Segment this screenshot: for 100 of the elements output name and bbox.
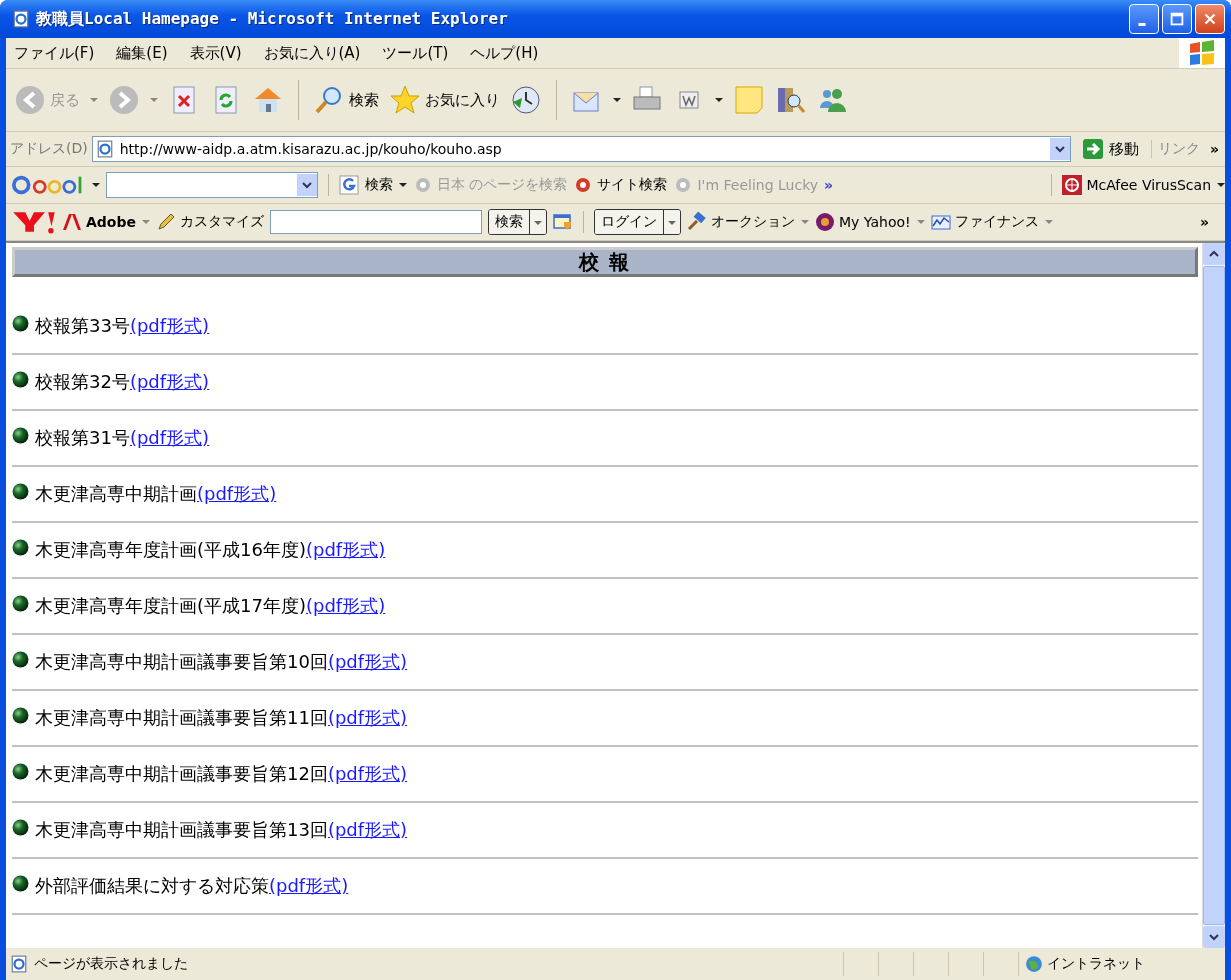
address-label: アドレス(D) [10, 140, 88, 158]
ring-icon [413, 175, 433, 195]
bullet-icon [12, 595, 29, 612]
menu-item[interactable]: 編集(E) [116, 43, 168, 63]
badge-icon [815, 212, 835, 232]
arrow-icon [1082, 139, 1103, 159]
status-message: ページが表示されました [34, 955, 189, 973]
bullet-icon [12, 427, 29, 444]
caret-icon[interactable] [399, 181, 407, 189]
favorites-button[interactable]: お気に入り [425, 90, 500, 110]
page-icon [10, 955, 28, 973]
yahoo-search-field[interactable] [270, 210, 482, 234]
address-field[interactable]: http://www-aidp.a.atm.kisarazu.ac.jp/kouho/kouho.asp [91, 136, 1071, 162]
window-title: 教職員Local Hamepage - Microsoft Internet Explorer [36, 8, 508, 30]
caret-icon[interactable] [613, 96, 621, 104]
maximize-button[interactable] [1162, 4, 1192, 34]
security-zone: イントラネット [1047, 955, 1145, 973]
caret-icon[interactable] [715, 96, 723, 104]
bullet-icon [12, 763, 29, 780]
pdf-link[interactable]: (pdf形式) [327, 706, 408, 730]
globe-icon [1025, 955, 1043, 973]
my-yahoo-button[interactable]: My Yahoo! [815, 212, 911, 232]
bullet-icon [12, 315, 29, 332]
page-icon [95, 140, 114, 158]
gavel-icon [687, 212, 707, 232]
bullet-icon [12, 539, 29, 556]
caret-icon[interactable] [92, 181, 100, 189]
more-button[interactable]: » [824, 177, 834, 193]
close-button[interactable] [1195, 4, 1225, 34]
pdf-link[interactable]: (pdf形式) [327, 650, 408, 674]
minimize-icon [1138, 22, 1146, 26]
caret-icon[interactable] [1217, 181, 1225, 189]
dropdown-button[interactable] [297, 174, 317, 196]
item-title: 木更津高専中期計画議事要旨第12回 [35, 762, 328, 786]
login-dropdown-button[interactable] [664, 210, 680, 234]
page-heading: 校 報 [12, 247, 1198, 277]
search-button[interactable]: 検索 [349, 90, 379, 110]
menu-item[interactable]: ツール(T) [382, 43, 449, 63]
item-title: 校報第33号 [35, 314, 130, 338]
menu-item[interactable]: ファイル(F) [14, 43, 95, 63]
item-title: 校報第31号 [35, 426, 130, 450]
auction-button[interactable]: オークション [687, 212, 795, 232]
windows-logo-icon [1179, 38, 1225, 68]
item-title: 木更津高専年度計画(平成16年度) [35, 538, 306, 562]
item-title: 外部評価結果に対する対応策 [35, 874, 269, 898]
pencil-icon [156, 212, 176, 232]
adobe-logo-icon [62, 212, 82, 232]
scroll-up-button[interactable] [1203, 243, 1225, 265]
google-search-field[interactable] [106, 172, 318, 198]
window-shield-icon[interactable] [553, 212, 573, 232]
caret-icon [668, 218, 676, 227]
menu-item[interactable]: ヘルプ(H) [470, 43, 539, 63]
mcafee-button[interactable]: McAfee VirusScan [1062, 175, 1211, 195]
links-more-button[interactable]: » [1203, 141, 1225, 157]
history-icon[interactable] [510, 84, 542, 116]
go-button[interactable]: 移動 [1074, 139, 1147, 159]
minimize-button[interactable] [1129, 4, 1159, 34]
url-text: http://www-aidp.a.atm.kisarazu.ac.jp/kouho/kouho.asp [119, 141, 503, 157]
star-icon[interactable] [389, 84, 421, 116]
bullet-icon [12, 819, 29, 836]
menu-item[interactable]: 表示(V) [189, 43, 242, 63]
login-button[interactable]: ログイン [595, 210, 664, 234]
browser-icon [12, 10, 30, 28]
google-g-icon[interactable] [339, 175, 359, 195]
pdf-link[interactable]: (pdf形式) [305, 594, 386, 618]
finance-button[interactable]: ファイナンス [930, 212, 1039, 232]
yahoo-logo-icon[interactable] [12, 210, 56, 234]
chart-icon [930, 212, 951, 232]
dropdown-button[interactable] [1049, 138, 1070, 160]
yahoo-search-button[interactable]: 検索 [489, 210, 530, 234]
more-button[interactable]: » [1199, 214, 1225, 230]
item-title: 木更津高専中期計画議事要旨第11回 [35, 706, 328, 730]
menu-item[interactable]: お気に入り(A) [263, 43, 361, 63]
bullet-icon [12, 875, 29, 892]
crosshair-icon [1062, 175, 1083, 195]
bullet-icon [12, 651, 29, 668]
scroll-down-button[interactable] [1203, 926, 1225, 948]
item-title: 木更津高専中期計画 [35, 482, 197, 506]
pdf-link[interactable]: (pdf形式) [129, 426, 210, 450]
google-toolbar-button[interactable]: サイト検索 [573, 175, 668, 195]
item-title: 木更津高専年度計画(平成17年度) [35, 594, 306, 618]
customize-button[interactable]: カスタマイズ [156, 212, 264, 232]
search-dropdown-button[interactable] [530, 210, 546, 234]
google-search-button[interactable]: 検索 [365, 176, 393, 194]
pdf-link[interactable]: (pdf形式) [129, 314, 210, 338]
pdf-link[interactable]: (pdf形式) [197, 482, 277, 506]
pdf-link[interactable]: (pdf形式) [305, 538, 386, 562]
item-title: 木更津高専中期計画議事要旨第13回 [35, 818, 328, 842]
maximize-icon [1168, 10, 1186, 28]
pdf-link[interactable]: (pdf形式) [327, 762, 408, 786]
bullet-icon [12, 371, 29, 388]
adobe-button[interactable]: Adobe [62, 212, 136, 232]
bullet-icon [12, 707, 29, 724]
item-title: 木更津高専中期計画議事要旨第10回 [35, 650, 328, 674]
pdf-link[interactable]: (pdf形式) [327, 818, 408, 842]
caret-icon [534, 218, 542, 227]
pdf-link[interactable]: (pdf形式) [129, 370, 210, 394]
pdf-link[interactable]: (pdf形式) [269, 874, 349, 898]
bullet-icon [12, 483, 29, 500]
item-title: 校報第32号 [35, 370, 130, 394]
